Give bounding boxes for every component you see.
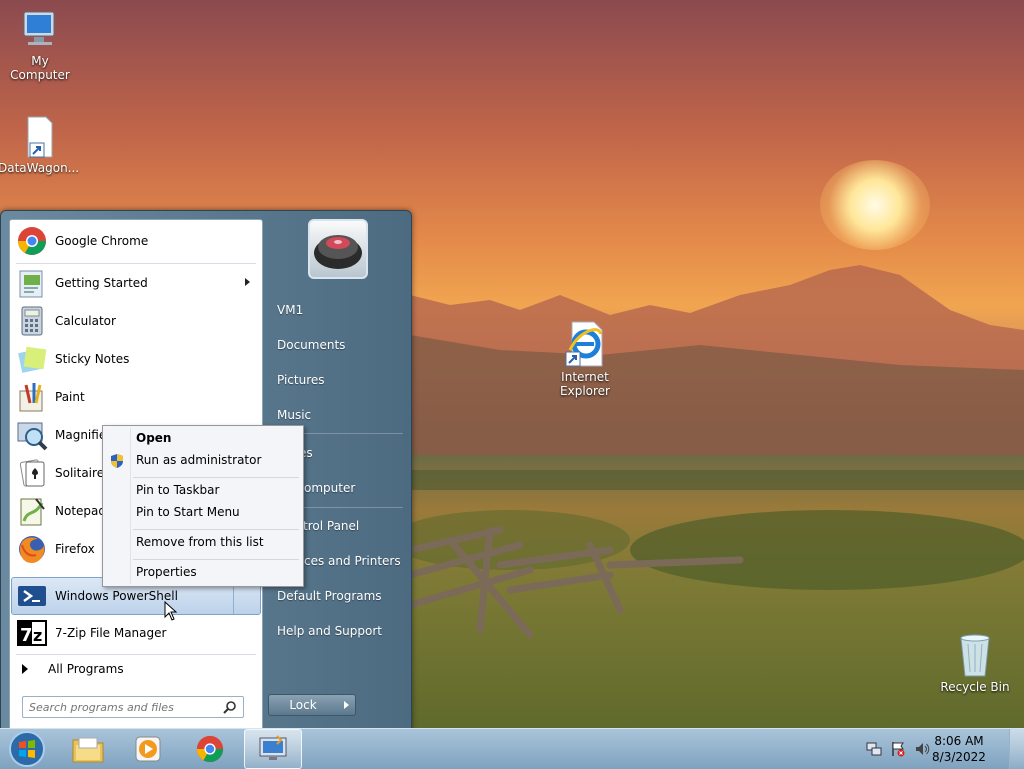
link-computer[interactable]: omputer [304, 481, 355, 495]
search-icon[interactable] [223, 700, 237, 714]
start-button[interactable] [0, 729, 54, 769]
desktop-icon-label: My Computer [10, 54, 70, 82]
program-google-chrome[interactable]: Google Chrome [12, 223, 260, 259]
computer-icon [23, 11, 55, 45]
user-avatar-icon [314, 235, 362, 269]
triangle-right-icon [22, 664, 28, 674]
recycle-bin-icon [960, 634, 990, 677]
internet-explorer-icon [565, 321, 603, 367]
clock[interactable]: 8:06 AM 8/3/2022 [924, 733, 994, 765]
media-player-icon [135, 736, 161, 762]
network-icon[interactable] [866, 741, 882, 757]
show-desktop-button[interactable] [1009, 729, 1024, 769]
link-pictures[interactable]: Pictures [277, 373, 325, 387]
desktop-icon-label: Explorer [560, 384, 610, 398]
program-label: Getting Started [55, 276, 148, 290]
taskbar-explorer[interactable] [60, 729, 116, 769]
shutdown-options-arrow[interactable] [337, 694, 356, 716]
taskbar-remote-desktop[interactable] [244, 729, 302, 769]
link-devices-and-printers[interactable]: ces and Printers [304, 554, 401, 568]
taskbar-media-player[interactable] [120, 729, 176, 769]
submenu-arrow-icon [245, 278, 250, 286]
sun [820, 160, 930, 250]
program-label: Google Chrome [55, 234, 149, 248]
search-input[interactable] [23, 697, 221, 717]
program-calculator[interactable]: Calculator [12, 303, 260, 339]
divider [16, 263, 256, 264]
taskbar: 8:06 AM 8/3/2022 [0, 728, 1024, 769]
svg-text:z: z [33, 626, 42, 645]
link-help-and-support[interactable]: Help and Support [277, 624, 382, 638]
uac-shield-icon [111, 454, 123, 468]
divider [133, 529, 299, 530]
context-menu: Open Run as administrator Pin to Taskbar… [102, 425, 304, 587]
desktop-icon-label: Internet [561, 370, 609, 384]
program-label: Sticky Notes [55, 352, 130, 366]
context-item-pin-to-taskbar[interactable]: Pin to Taskbar [136, 483, 219, 497]
start-search-box[interactable] [22, 696, 244, 718]
program-label: Windows PowerShell [55, 589, 178, 603]
paint-icon [19, 383, 43, 412]
link-default-programs[interactable]: Default Programs [277, 589, 382, 603]
sticky-notes-icon [18, 346, 47, 373]
link-music[interactable]: Music [277, 408, 311, 422]
divider [16, 654, 256, 655]
file-shortcut-icon [27, 116, 53, 158]
mouse-cursor-icon [164, 601, 178, 621]
user-picture[interactable] [308, 219, 368, 279]
context-item-remove-from-list[interactable]: Remove from this list [136, 535, 264, 549]
clock-time: 8:06 AM [934, 734, 984, 748]
magnifier-icon [17, 422, 48, 451]
link-control-panel[interactable]: trol Panel [303, 519, 359, 533]
context-item-pin-to-start-menu[interactable]: Pin to Start Menu [136, 505, 240, 519]
program-getting-started[interactable]: Getting Started [12, 265, 260, 301]
context-menu-gutter [130, 428, 131, 584]
calculator-icon [21, 306, 43, 336]
action-center-flag-icon[interactable] [890, 741, 906, 757]
program-label: 7-Zip File Manager [55, 626, 167, 640]
desktop-icon-label: DataWagon... [0, 161, 80, 175]
divider [133, 477, 299, 478]
getting-started-icon [19, 270, 43, 298]
all-programs-button[interactable]: All Programs [12, 656, 260, 682]
clock-date: 8/3/2022 [932, 750, 986, 764]
program-label: Solitaire [55, 466, 105, 480]
wooden-fence [410, 526, 744, 639]
program-sticky-notes[interactable]: Sticky Notes [12, 341, 260, 377]
remote-desktop-icon [259, 735, 287, 760]
program-label: Calculator [55, 314, 116, 328]
all-programs-label: All Programs [48, 662, 124, 676]
desktop-icon-internet-explorer[interactable]: Internet Explorer [545, 320, 625, 398]
program-paint[interactable]: Paint [12, 379, 260, 415]
desktop-icon-datawagon[interactable]: DataWagon... [0, 115, 80, 175]
desktop-icon-my-computer[interactable]: My Computer [0, 8, 80, 82]
program-label: Paint [55, 390, 85, 404]
program-7zip-file-manager[interactable]: 7 z 7-Zip File Manager [12, 615, 260, 651]
powershell-icon [18, 586, 46, 606]
windows-start-orb-icon [9, 731, 45, 767]
notepadpp-icon [20, 498, 45, 526]
context-item-run-as-administrator[interactable]: Run as administrator [136, 453, 261, 467]
program-label: Firefox [55, 542, 95, 556]
desktop-icon-label: Recycle Bin [940, 680, 1010, 694]
desktop-icon-recycle-bin[interactable]: Recycle Bin [935, 632, 1015, 694]
svg-text:7: 7 [20, 625, 33, 646]
folder-icon [72, 737, 104, 763]
chrome-icon [18, 227, 46, 255]
divider [133, 559, 299, 560]
context-item-open[interactable]: Open [136, 431, 171, 445]
solitaire-icon [19, 459, 45, 487]
lock-button[interactable]: Lock [268, 694, 338, 716]
chrome-icon [196, 735, 224, 763]
link-documents[interactable]: Documents [277, 338, 345, 352]
7zip-icon: 7 z [17, 620, 47, 646]
link-vm1[interactable]: VM1 [277, 303, 303, 317]
taskbar-chrome[interactable] [182, 729, 238, 769]
context-item-properties[interactable]: Properties [136, 565, 197, 579]
firefox-icon [19, 536, 45, 563]
